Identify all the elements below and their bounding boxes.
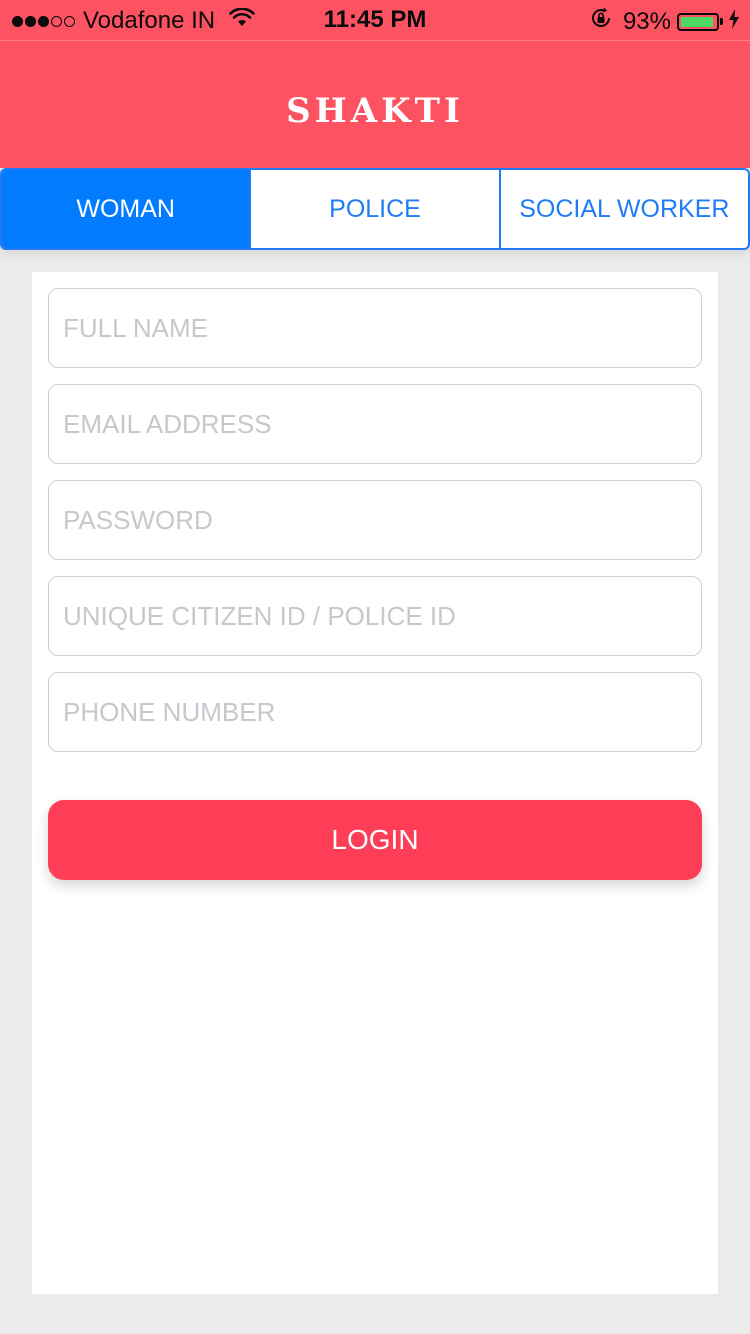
battery-tip bbox=[720, 18, 723, 25]
citizen-id-input[interactable] bbox=[49, 577, 701, 655]
phone-input[interactable] bbox=[49, 673, 701, 751]
segment-social-worker[interactable]: SOCIAL WORKER bbox=[498, 170, 748, 248]
password-input[interactable] bbox=[49, 481, 701, 559]
battery-icon bbox=[677, 12, 719, 31]
segment-police[interactable]: POLICE bbox=[249, 170, 498, 248]
login-form-card: LOGIN bbox=[32, 272, 718, 1294]
password-field bbox=[48, 480, 702, 560]
role-segmented-control: WOMAN POLICE SOCIAL WORKER bbox=[0, 168, 750, 250]
email-input[interactable] bbox=[49, 385, 701, 463]
phone-field bbox=[48, 672, 702, 752]
full-name-field bbox=[48, 288, 702, 368]
status-right: 93% bbox=[589, 6, 740, 37]
login-button[interactable]: LOGIN bbox=[48, 800, 702, 880]
segment-woman[interactable]: WOMAN bbox=[2, 170, 250, 248]
charging-bolt-icon bbox=[728, 8, 740, 36]
battery-level-fill bbox=[681, 16, 713, 27]
email-field bbox=[48, 384, 702, 464]
citizen-id-field bbox=[48, 576, 702, 656]
app-title: SHAKTI bbox=[286, 91, 464, 131]
full-name-input[interactable] bbox=[49, 289, 701, 367]
status-bar: Vodafone IN 11:45 PM 93% bbox=[0, 0, 750, 40]
orientation-lock-icon bbox=[589, 6, 613, 37]
battery-percent: 93% bbox=[622, 7, 671, 35]
app-header: SHAKTI bbox=[0, 40, 750, 168]
